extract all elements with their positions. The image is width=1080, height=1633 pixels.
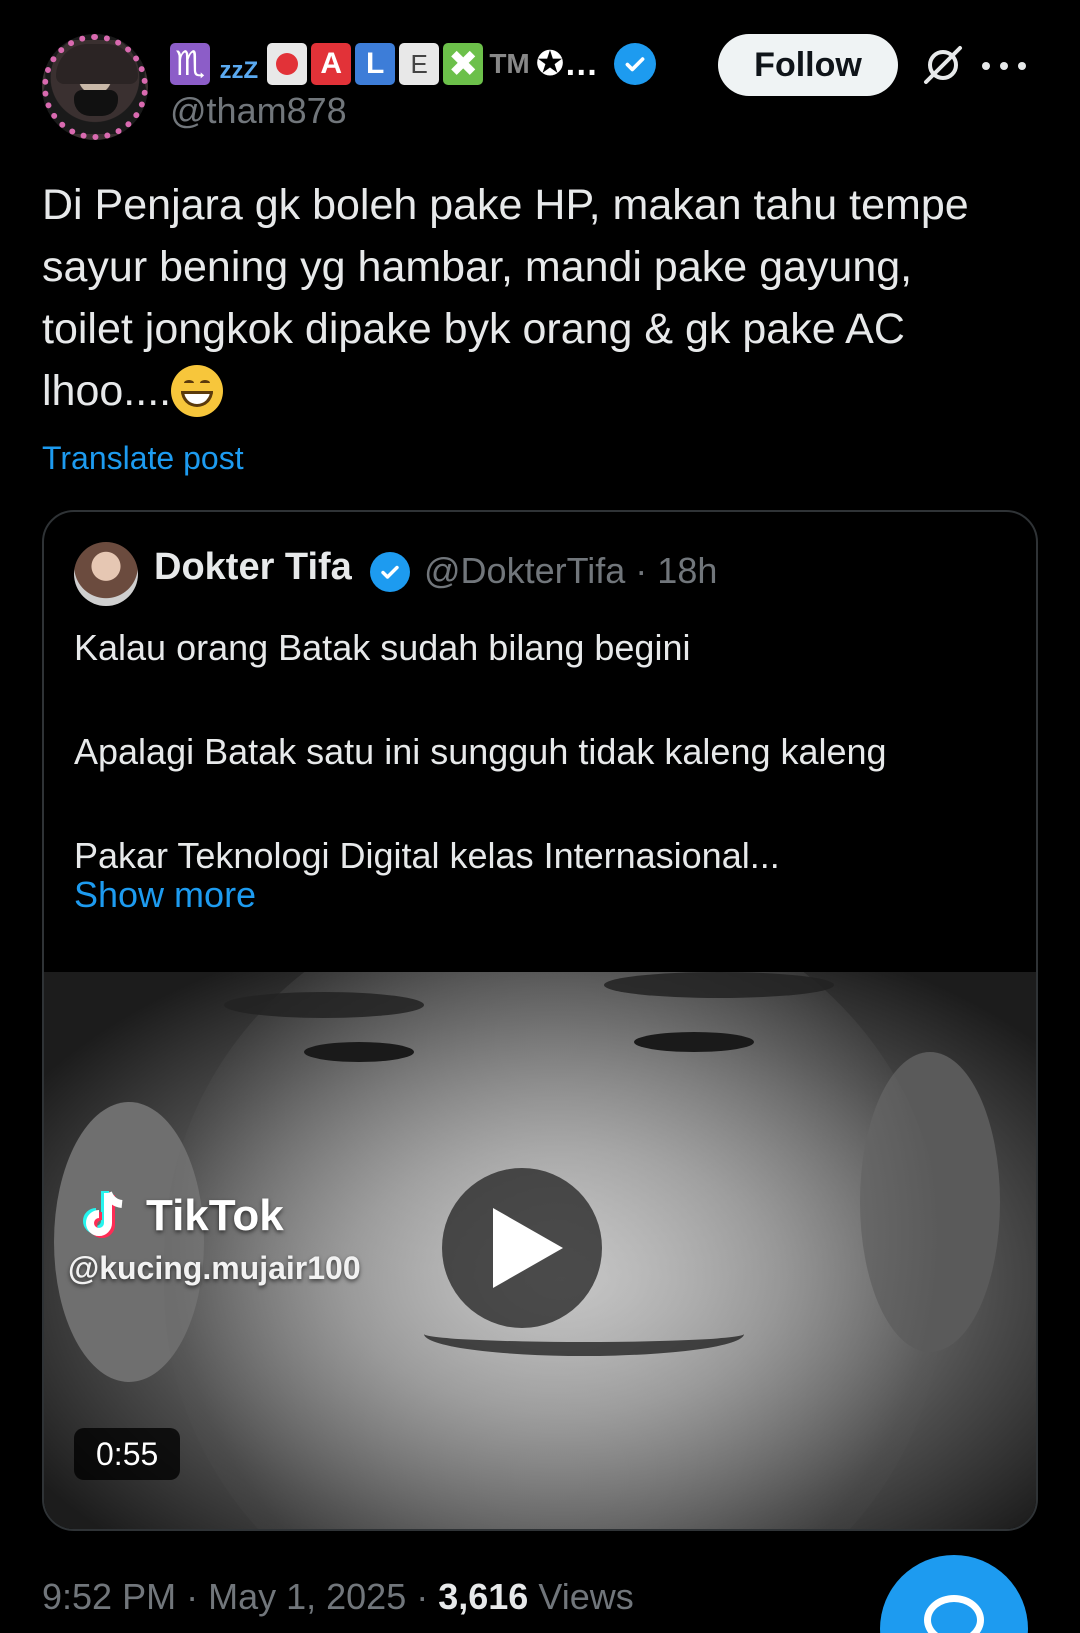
video-frame-shape <box>604 972 834 998</box>
tiktok-brand-text: TikTok <box>146 1191 284 1240</box>
star-emoji: ✪… <box>535 45 599 83</box>
views-label: Views <box>538 1576 634 1617</box>
scorpio-emoji: ♏ <box>170 43 211 85</box>
reply-fab-button[interactable] <box>880 1555 1028 1633</box>
grinning-face-emoji <box>171 365 224 417</box>
post-text: Di Penjara gk boleh pake HP, makan tahu … <box>42 174 1002 422</box>
verified-badge-icon <box>614 43 657 85</box>
author-display-name[interactable]: ♏ zzZ A L E ✖ TM ✪… <box>170 38 657 90</box>
cross-mark-emoji: ✖ <box>443 43 484 85</box>
play-button[interactable] <box>442 1168 602 1328</box>
video-duration: 0:55 <box>74 1428 181 1480</box>
grok-icon[interactable] <box>920 42 966 88</box>
video-frame-shape <box>634 1032 754 1052</box>
quoted-author-avatar[interactable] <box>74 542 138 606</box>
quoted-post-age: 18h <box>657 550 718 591</box>
meta-separator: · <box>635 550 648 591</box>
quoted-post-card[interactable]: Dokter Tifa @DokterTifa · 18h Kalau oran… <box>42 510 1038 1531</box>
tiktok-username: @kucing.mujair100 <box>68 1250 361 1286</box>
tiktok-logo-icon <box>83 1191 123 1238</box>
quoted-post-text: Kalau orang Batak sudah bilang begini Ap… <box>74 622 1004 882</box>
tiktok-watermark: TikTok <box>78 1187 284 1245</box>
chat-bubble-icon <box>924 1595 984 1633</box>
more-options-icon[interactable] <box>982 46 1026 86</box>
translate-post-link[interactable]: Translate post <box>42 440 244 477</box>
quoted-author-handle[interactable]: @DokterTifa <box>424 550 625 591</box>
quoted-post-meta: @DokterTifa · 18h <box>424 550 717 592</box>
quoted-author-name[interactable]: Dokter Tifa <box>154 546 352 589</box>
record-button-emoji <box>267 43 308 85</box>
author-avatar[interactable] <box>42 34 148 140</box>
verified-badge-icon <box>370 552 410 592</box>
follow-button[interactable]: Follow <box>718 34 898 96</box>
post-date[interactable]: May 1, 2025 <box>208 1576 406 1617</box>
show-more-link[interactable]: Show more <box>74 874 256 916</box>
letter-l-emoji: L <box>355 43 396 85</box>
video-frame-shape <box>424 1312 744 1356</box>
post-time[interactable]: 9:52 PM <box>42 1576 176 1617</box>
quoted-paragraph: Apalagi Batak satu ini sungguh tidak kal… <box>74 731 887 772</box>
video-frame-shape <box>304 1042 414 1062</box>
video-player[interactable]: TikTok @kucing.mujair100 0:55 <box>44 972 1036 1529</box>
zzz-emoji: zzZ <box>219 57 259 84</box>
post-timestamp-row: 9:52 PM · May 1, 2025 · 3,616 Views <box>42 1576 634 1618</box>
avatar-hair <box>56 44 138 84</box>
letter-e-emoji: E <box>399 43 440 85</box>
meta-separator: · <box>416 1576 439 1617</box>
views-count: 3,616 <box>438 1576 529 1617</box>
author-handle[interactable]: @tham878 <box>170 90 347 132</box>
letter-a-emoji: A <box>311 43 352 85</box>
video-frame-shape <box>224 992 424 1018</box>
play-icon <box>493 1208 563 1288</box>
trademark-emoji: TM <box>489 48 530 79</box>
avatar-mask <box>74 90 118 116</box>
quoted-paragraph: Kalau orang Batak sudah bilang begini <box>74 627 691 668</box>
meta-separator: · <box>186 1576 209 1617</box>
post-header: ♏ zzZ A L E ✖ TM ✪… @tham878 Follow <box>42 34 1038 142</box>
